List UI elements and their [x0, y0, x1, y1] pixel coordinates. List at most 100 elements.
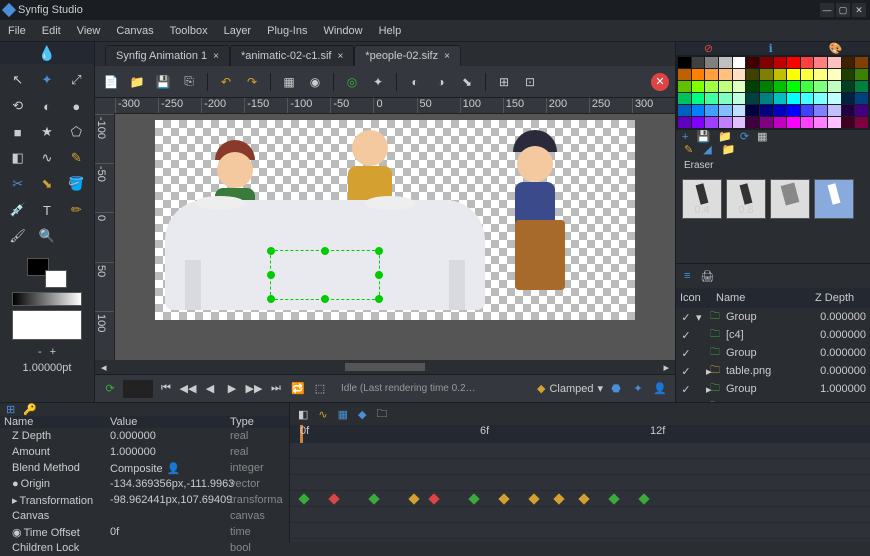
- layer-expand-icon[interactable]: ▸: [696, 383, 710, 396]
- palette-color[interactable]: [678, 69, 691, 80]
- layer-name[interactable]: Group: [726, 383, 815, 395]
- star-tool[interactable]: ★: [33, 120, 60, 144]
- palette-color[interactable]: [842, 69, 855, 80]
- palette-color[interactable]: [719, 81, 732, 92]
- palette-color[interactable]: [678, 81, 691, 92]
- info-icon[interactable]: ℹ: [769, 42, 773, 55]
- palette-color[interactable]: [678, 57, 691, 68]
- close-button[interactable]: ✕: [852, 3, 866, 17]
- palette-color[interactable]: [760, 117, 773, 128]
- layer-row[interactable]: ✓ ▾ 🗀 Group 0.000000: [676, 308, 870, 326]
- close-icon[interactable]: ×: [213, 51, 219, 62]
- menu-toolbox[interactable]: Toolbox: [162, 25, 216, 37]
- palette-color[interactable]: [814, 69, 827, 80]
- scroll-right-icon[interactable]: ▸: [663, 361, 669, 374]
- param-value[interactable]: Composite👤: [110, 462, 230, 475]
- palette-color[interactable]: [855, 93, 868, 104]
- palette-color[interactable]: [842, 117, 855, 128]
- h-scrollbar[interactable]: ◂ ▸: [95, 360, 675, 374]
- palette-color[interactable]: [760, 105, 773, 116]
- bounds-button[interactable]: ⬚: [311, 380, 329, 398]
- palette-color[interactable]: [855, 57, 868, 68]
- frame-input[interactable]: [123, 380, 153, 398]
- open-palette-button[interactable]: 📁: [718, 130, 732, 143]
- layer-visible-checkbox[interactable]: ✓: [676, 383, 696, 396]
- step-back-button[interactable]: ◀: [201, 380, 219, 398]
- palette-color[interactable]: [760, 81, 773, 92]
- palette-color[interactable]: [842, 81, 855, 92]
- selection-box[interactable]: [270, 250, 380, 300]
- palette-color[interactable]: [705, 69, 718, 80]
- palette-color[interactable]: [746, 81, 759, 92]
- param-row[interactable]: ▸Transformation -98.962441px,107.69409 t…: [0, 492, 289, 508]
- palette-color[interactable]: [774, 105, 787, 116]
- layer-row[interactable]: ✓ ▸ 🗀 Group 1.000000: [676, 380, 870, 398]
- layer-name[interactable]: [c4]: [726, 329, 815, 341]
- tl-tool-4[interactable]: ◆: [358, 408, 366, 421]
- palette-color[interactable]: [787, 69, 800, 80]
- param-row[interactable]: Amount 1.000000 real: [0, 444, 289, 460]
- onion-button[interactable]: ◎: [342, 72, 362, 92]
- palette-color[interactable]: [705, 105, 718, 116]
- palette-color[interactable]: [719, 69, 732, 80]
- palette-color[interactable]: [814, 105, 827, 116]
- palette-color[interactable]: [719, 93, 732, 104]
- menu-canvas[interactable]: Canvas: [108, 25, 161, 37]
- scroll-left-icon[interactable]: ◂: [101, 361, 107, 374]
- palette-color[interactable]: [692, 57, 705, 68]
- palette-color[interactable]: [733, 105, 746, 116]
- saveall-button[interactable]: ⎘: [179, 72, 199, 92]
- play-button[interactable]: ▶: [223, 380, 241, 398]
- palette-color[interactable]: [828, 93, 841, 104]
- opt1-button[interactable]: ✦: [368, 72, 388, 92]
- palette-color[interactable]: [746, 57, 759, 68]
- cancel-render-button[interactable]: ✕: [651, 73, 669, 91]
- draw-tool[interactable]: ✎: [63, 146, 90, 170]
- param-row[interactable]: Blend Method Composite👤 integer: [0, 460, 289, 476]
- palette-color[interactable]: [842, 93, 855, 104]
- palette-color[interactable]: [814, 117, 827, 128]
- sketch-tool[interactable]: ✏: [63, 198, 90, 222]
- palette-color[interactable]: [774, 57, 787, 68]
- record-button[interactable]: 👤: [651, 380, 669, 398]
- params-key-icon[interactable]: 🔑: [23, 403, 37, 416]
- param-value[interactable]: -98.962441px,107.69409: [110, 494, 230, 506]
- palette-color[interactable]: [733, 93, 746, 104]
- palette-color[interactable]: [828, 57, 841, 68]
- opt4-button[interactable]: ⬊: [457, 72, 477, 92]
- palette-color[interactable]: [828, 81, 841, 92]
- param-value[interactable]: 0.000000: [110, 430, 230, 442]
- default-palette-button[interactable]: ▦: [757, 130, 767, 143]
- palette-color[interactable]: [746, 93, 759, 104]
- menu-help[interactable]: Help: [371, 25, 410, 37]
- palette-color[interactable]: [746, 117, 759, 128]
- brush-preset-2[interactable]: [770, 179, 810, 219]
- palette-color[interactable]: [814, 57, 827, 68]
- layer-visible-checkbox[interactable]: ✓: [676, 329, 696, 342]
- palette-color[interactable]: [828, 69, 841, 80]
- artboard[interactable]: [155, 120, 635, 320]
- eraser-icon[interactable]: ◢: [703, 143, 711, 156]
- palette-color[interactable]: [760, 57, 773, 68]
- palette-color[interactable]: [719, 117, 732, 128]
- decrease-size[interactable]: -: [38, 346, 42, 358]
- save-palette-button[interactable]: 💾: [696, 130, 710, 143]
- scale-tool[interactable]: ⤢: [63, 68, 90, 92]
- palette-color[interactable]: [855, 81, 868, 92]
- layer-visible-checkbox[interactable]: ✓: [676, 365, 696, 378]
- palette-color[interactable]: [855, 69, 868, 80]
- transform-tool[interactable]: ↖: [4, 68, 31, 92]
- brush-folder-button[interactable]: 📁: [722, 143, 736, 156]
- palette-color[interactable]: [774, 93, 787, 104]
- chevron-down-icon[interactable]: ▾: [597, 382, 603, 395]
- palette-color[interactable]: [801, 69, 814, 80]
- menu-file[interactable]: File: [0, 25, 34, 37]
- polygon-tool[interactable]: ⬠: [63, 120, 90, 144]
- tl-tool-3[interactable]: ▦: [338, 408, 348, 421]
- palette-color[interactable]: [855, 117, 868, 128]
- step-fwd-button[interactable]: ▶▶: [245, 380, 263, 398]
- param-row[interactable]: ●Origin -134.369356px,-111.9963 vector: [0, 476, 289, 492]
- palette-color[interactable]: [746, 69, 759, 80]
- rectangle-tool[interactable]: ■: [4, 120, 31, 144]
- palette-color[interactable]: [774, 117, 787, 128]
